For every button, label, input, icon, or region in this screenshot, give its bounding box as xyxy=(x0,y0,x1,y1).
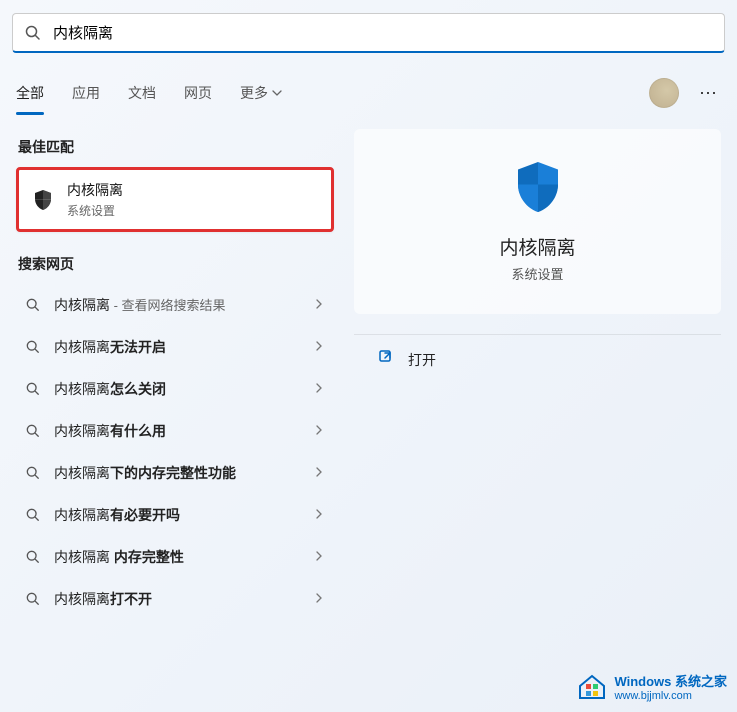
chevron-right-icon xyxy=(314,508,324,522)
chevron-right-icon xyxy=(314,550,324,564)
search-input[interactable] xyxy=(53,24,712,41)
open-icon xyxy=(378,349,394,370)
search-icon xyxy=(26,508,42,522)
best-match-item[interactable]: 内核隔离 系统设置 xyxy=(16,167,334,232)
web-result-item[interactable]: 内核隔离打不开 xyxy=(16,578,334,620)
web-result-item[interactable]: 内核隔离有什么用 xyxy=(16,410,334,452)
chevron-right-icon xyxy=(314,592,324,606)
web-results-list: 内核隔离 - 查看网络搜索结果内核隔离无法开启内核隔离怎么关闭内核隔离有什么用内… xyxy=(16,284,334,620)
house-icon xyxy=(576,670,608,702)
tabs-row: 全部 应用 文档 网页 更多 ⋯ xyxy=(0,71,737,115)
web-result-text: 内核隔离有什么用 xyxy=(54,421,314,441)
detail-subtitle: 系统设置 xyxy=(511,264,563,283)
tab-docs[interactable]: 文档 xyxy=(128,77,156,109)
chevron-right-icon xyxy=(314,424,324,438)
web-result-text: 内核隔离无法开启 xyxy=(54,337,314,357)
watermark-line2: www.bjjmlv.com xyxy=(614,690,727,702)
web-result-item[interactable]: 内核隔离有必要开吗 xyxy=(16,494,334,536)
search-icon xyxy=(26,550,42,564)
watermark: Windows 系统之家 www.bjjmlv.com xyxy=(576,670,727,702)
web-result-text: 内核隔离下的内存完整性功能 xyxy=(54,463,314,483)
search-icon xyxy=(26,340,42,354)
search-icon xyxy=(26,298,42,312)
content-area: 最佳匹配 内核隔离 系统设置 搜索网页 内核隔离 - 查看网络搜索结果内核隔离无… xyxy=(0,129,737,620)
chevron-right-icon xyxy=(314,382,324,396)
section-search-web: 搜索网页 xyxy=(18,254,334,274)
search-icon xyxy=(25,25,45,41)
web-result-item[interactable]: 内核隔离怎么关闭 xyxy=(16,368,334,410)
search-icon xyxy=(26,424,42,438)
tab-more[interactable]: 更多 xyxy=(240,77,282,109)
tab-all[interactable]: 全部 xyxy=(16,77,44,109)
web-result-text: 内核隔离 - 查看网络搜索结果 xyxy=(54,295,314,315)
shield-icon-large xyxy=(508,157,568,217)
user-avatar[interactable] xyxy=(649,78,679,108)
web-result-text: 内核隔离 内存完整性 xyxy=(54,547,314,567)
web-result-item[interactable]: 内核隔离 - 查看网络搜索结果 xyxy=(16,284,334,326)
web-result-item[interactable]: 内核隔离下的内存完整性功能 xyxy=(16,452,334,494)
detail-column: 内核隔离 系统设置 打开 xyxy=(354,129,721,620)
chevron-right-icon xyxy=(314,298,324,312)
chevron-down-icon xyxy=(272,85,282,101)
web-result-text: 内核隔离怎么关闭 xyxy=(54,379,314,399)
web-result-text: 内核隔离有必要开吗 xyxy=(54,505,314,525)
detail-title: 内核隔离 xyxy=(499,233,575,260)
chevron-right-icon xyxy=(314,466,324,480)
open-label: 打开 xyxy=(408,350,436,370)
more-options-button[interactable]: ⋯ xyxy=(695,79,721,108)
shield-icon xyxy=(31,188,55,212)
best-match-texts: 内核隔离 系统设置 xyxy=(67,180,123,219)
best-match-subtitle: 系统设置 xyxy=(67,202,123,219)
web-result-item[interactable]: 内核隔离无法开启 xyxy=(16,326,334,368)
best-match-title: 内核隔离 xyxy=(67,180,123,200)
search-bar[interactable] xyxy=(12,13,725,53)
web-result-item[interactable]: 内核隔离 内存完整性 xyxy=(16,536,334,578)
search-icon xyxy=(26,592,42,606)
chevron-right-icon xyxy=(314,340,324,354)
watermark-line1: Windows 系统之家 xyxy=(614,671,727,690)
search-icon xyxy=(26,466,42,480)
search-icon xyxy=(26,382,42,396)
web-result-text: 内核隔离打不开 xyxy=(54,589,314,609)
results-column: 最佳匹配 内核隔离 系统设置 搜索网页 内核隔离 - 查看网络搜索结果内核隔离无… xyxy=(16,129,334,620)
watermark-text: Windows 系统之家 www.bjjmlv.com xyxy=(614,671,727,702)
section-best-match: 最佳匹配 xyxy=(18,137,334,157)
detail-card: 内核隔离 系统设置 xyxy=(354,129,721,314)
tab-apps[interactable]: 应用 xyxy=(72,77,100,109)
open-action[interactable]: 打开 xyxy=(354,335,721,384)
tab-more-label: 更多 xyxy=(240,83,268,103)
tab-web[interactable]: 网页 xyxy=(184,77,212,109)
